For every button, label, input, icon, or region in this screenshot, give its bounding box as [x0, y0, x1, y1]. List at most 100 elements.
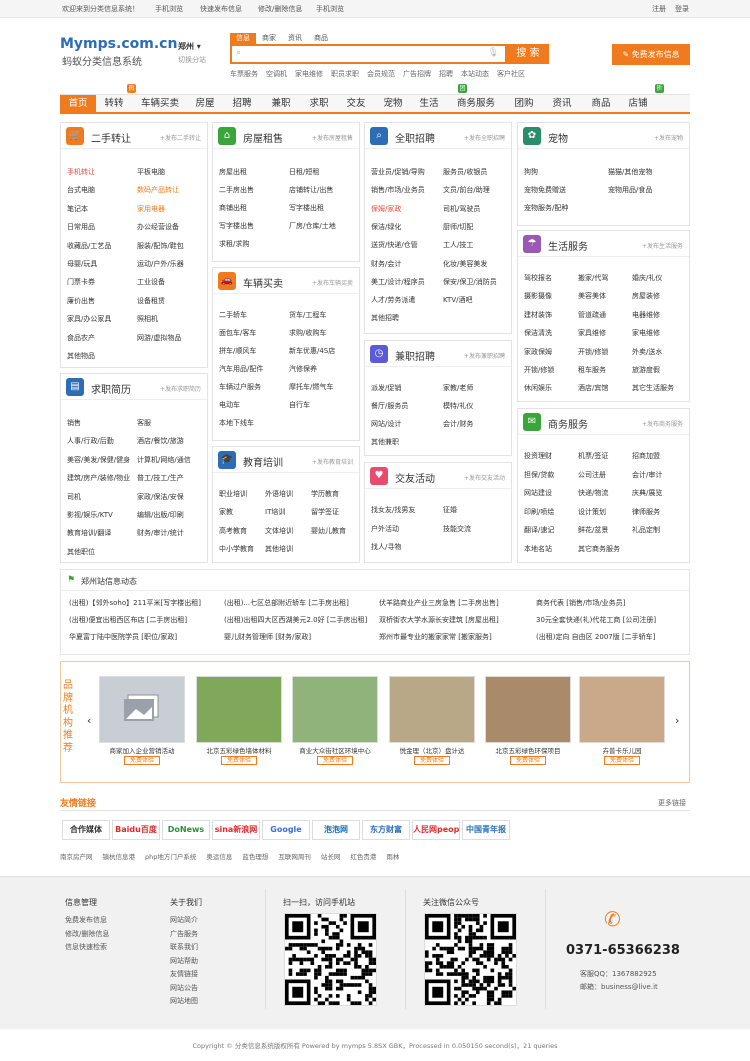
- list-item[interactable]: 人事/行政/后勤: [67, 436, 137, 446]
- list-item[interactable]: 网站/设计: [371, 419, 441, 429]
- news-item[interactable]: (出租)...七区总部附近轿车 [二手房出租]: [224, 598, 372, 608]
- partner-logo[interactable]: Google: [262, 820, 310, 840]
- list-item[interactable]: 宠物免费赠送: [524, 185, 594, 195]
- list-item[interactable]: 家用电器: [137, 204, 207, 214]
- list-item[interactable]: 酒店/宾馆: [578, 383, 632, 393]
- free-trial-button[interactable]: 免费体验: [414, 756, 450, 765]
- footer-link[interactable]: 网站简介: [170, 915, 198, 925]
- list-item[interactable]: 开锁/修锁: [578, 347, 632, 357]
- panel-post-link[interactable]: +发布房屋租售: [312, 133, 353, 142]
- list-item[interactable]: 家政/保洁/安保: [137, 492, 207, 502]
- list-item[interactable]: 本地名站: [524, 544, 578, 554]
- brand-card[interactable]: 商业大众街社区环境中心 免费体验: [292, 676, 378, 765]
- list-item[interactable]: 招商加盟: [632, 451, 686, 461]
- footer-link[interactable]: 网站地图: [170, 996, 198, 1006]
- footer-link[interactable]: 联系我们: [170, 942, 198, 952]
- list-item[interactable]: 机票/签证: [578, 451, 632, 461]
- list-item[interactable]: 财务/会计: [371, 259, 441, 269]
- list-item[interactable]: 工业设备: [137, 277, 207, 287]
- list-item[interactable]: 汽修保养: [289, 364, 359, 374]
- list-item[interactable]: 设备租赁: [137, 296, 207, 306]
- list-item[interactable]: 设计策划: [578, 507, 632, 517]
- list-item[interactable]: 普工/技工/生产: [137, 473, 207, 483]
- news-item[interactable]: 商务代表 [销售/市场/业务员]: [536, 598, 684, 608]
- hot-word[interactable]: 车票服务: [230, 69, 258, 79]
- footer-link[interactable]: 网站帮助: [170, 956, 198, 966]
- list-item[interactable]: 收藏品/工艺品: [67, 241, 137, 251]
- list-item[interactable]: 房屋出租: [219, 167, 289, 177]
- list-item[interactable]: 家政保姆: [524, 347, 578, 357]
- city-switch-link[interactable]: 切换分站: [178, 55, 206, 65]
- list-item[interactable]: 其它商务服务: [578, 544, 632, 554]
- panel-post-link[interactable]: +发布教育培训: [312, 457, 353, 466]
- prev-arrow-icon[interactable]: ‹: [87, 714, 91, 727]
- hot-word[interactable]: 广告招牌: [403, 69, 431, 79]
- nav-pets[interactable]: 宠物: [374, 95, 412, 114]
- search-tab-news[interactable]: 资讯: [282, 33, 308, 44]
- search-button[interactable]: 搜 索: [507, 44, 549, 64]
- list-item[interactable]: 服装/配饰/鞋包: [137, 241, 207, 251]
- list-item[interactable]: 送货/快递/仓管: [371, 240, 441, 250]
- list-item[interactable]: 笔记本: [67, 204, 137, 214]
- brand-card[interactable]: 卉普卡乐儿园 免费体验: [579, 676, 665, 765]
- login-link[interactable]: 登录: [675, 4, 689, 14]
- list-item[interactable]: 会计/审计: [632, 470, 686, 480]
- list-item[interactable]: 保洁/绿化: [371, 222, 441, 232]
- nav-life[interactable]: 生活: [412, 95, 446, 114]
- list-item[interactable]: 照相机: [137, 314, 207, 324]
- friend-link[interactable]: 镇杭信息港: [103, 851, 136, 861]
- list-item[interactable]: 学历教育: [311, 489, 357, 499]
- list-item[interactable]: 食品农产: [67, 333, 137, 343]
- news-item[interactable]: 郑州市最专业的搬家家常 [搬家服务]: [379, 632, 527, 642]
- news-item[interactable]: (出租)便宜出租西区布店 [二手房出租]: [69, 615, 217, 625]
- friend-link[interactable]: php地方门户系统: [145, 851, 196, 861]
- list-item[interactable]: 职业培训: [219, 489, 265, 499]
- free-trial-button[interactable]: 免费体验: [124, 756, 160, 765]
- hot-word[interactable]: 会员规范: [367, 69, 395, 79]
- list-item[interactable]: 手机转让: [67, 167, 137, 177]
- list-item[interactable]: 编辑/出版/印刷: [137, 510, 207, 520]
- list-item[interactable]: 律师服务: [632, 507, 686, 517]
- list-item[interactable]: 其他物品: [67, 351, 137, 361]
- nav-dating[interactable]: 交友: [338, 95, 374, 114]
- list-item[interactable]: 运动/户外/乐器: [137, 259, 207, 269]
- footer-link[interactable]: 免费发布信息: [65, 915, 107, 925]
- partner-logo[interactable]: 泡泡网: [312, 820, 360, 840]
- list-item[interactable]: 礼品定制: [632, 525, 686, 535]
- footer-link[interactable]: 广告服务: [170, 929, 198, 939]
- list-item[interactable]: 猫猫/其他宠物: [608, 167, 678, 177]
- list-item[interactable]: 求购/收购车: [289, 328, 359, 338]
- list-item[interactable]: 平板电脑: [137, 167, 207, 177]
- list-item[interactable]: 建筑/房产/装修/物业: [67, 473, 137, 483]
- list-item[interactable]: 酒店/餐饮/旅游: [137, 436, 207, 446]
- microphone-icon[interactable]: 🎙: [488, 48, 499, 58]
- list-item[interactable]: 庆典/展览: [632, 488, 686, 498]
- brand-card[interactable]: 商家加入企业营销活动 免费体验: [99, 676, 185, 765]
- nav-business[interactable]: 商务服务: [446, 95, 506, 114]
- list-item[interactable]: 求租/求购: [219, 239, 289, 249]
- list-item[interactable]: 婴幼儿教育: [311, 526, 357, 536]
- list-item[interactable]: 汽车用品/配件: [219, 364, 289, 374]
- list-item[interactable]: 网站建设: [524, 488, 578, 498]
- more-links[interactable]: 更多链接: [658, 798, 686, 808]
- list-item[interactable]: 摄影摄像: [524, 291, 578, 301]
- partner-logo[interactable]: Baidu百度: [112, 820, 160, 840]
- brand-card[interactable]: 北京五彩绿色墙体材料 免费体验: [196, 676, 282, 765]
- hot-word[interactable]: 空调机: [266, 69, 287, 79]
- list-item[interactable]: 婚庆/礼仪: [632, 273, 686, 283]
- search-input[interactable]: ⌕ 🎙: [230, 44, 507, 64]
- list-item[interactable]: 母婴/玩具: [67, 259, 137, 269]
- list-item[interactable]: 二手轿车: [219, 310, 289, 320]
- list-item[interactable]: 外语培训: [265, 489, 311, 499]
- list-item[interactable]: 狗狗: [524, 167, 594, 177]
- search-tab-merchant[interactable]: 商家: [256, 33, 282, 44]
- partner-logo[interactable]: sina新浪网: [212, 820, 260, 840]
- list-item[interactable]: 搬家/代驾: [578, 273, 632, 283]
- list-item[interactable]: 美容美体: [578, 291, 632, 301]
- list-item[interactable]: 模特/礼仪: [443, 401, 513, 411]
- friend-link[interactable]: 南京房产网: [60, 851, 93, 861]
- footer-link[interactable]: 信息快速检索: [65, 942, 107, 952]
- nav-jobs[interactable]: 招聘: [222, 95, 262, 114]
- list-item[interactable]: 翻译/速记: [524, 525, 578, 535]
- list-item[interactable]: 厂房/仓库/土地: [289, 221, 359, 231]
